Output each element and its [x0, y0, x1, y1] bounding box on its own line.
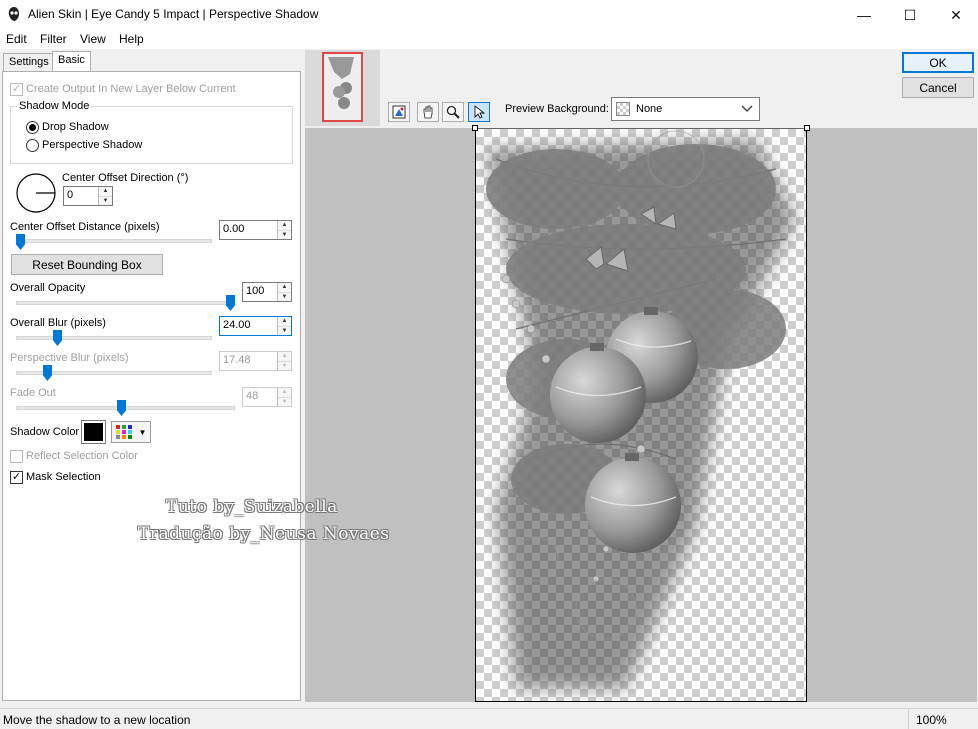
preview-image — [486, 130, 796, 689]
maximize-button[interactable]: ☐ — [887, 0, 933, 30]
fade-out-input[interactable]: 48 ▲ ▼ — [242, 387, 292, 407]
spin-arrows[interactable]: ▲ ▼ — [277, 221, 291, 239]
shadow-color-label: Shadow Color — [10, 426, 80, 438]
menu-filter[interactable]: Filter — [40, 32, 67, 46]
perspective-shadow-label: Perspective Shadow — [42, 139, 143, 151]
status-message: Move the shadow to a new location — [3, 713, 191, 727]
overall-blur-value: 24.00 — [223, 319, 251, 331]
tab-basic[interactable]: Basic — [52, 51, 91, 72]
watermark-line-1: Tuto by_Suizabella — [166, 497, 338, 517]
preview-background-value: None — [636, 103, 663, 115]
cancel-button[interactable]: Cancel — [902, 77, 974, 98]
spin-arrows[interactable]: ▲ ▼ — [277, 388, 291, 406]
drop-shadow-radio[interactable] — [26, 121, 39, 134]
preview-canvas[interactable] — [475, 128, 807, 702]
mask-selection-checkbox[interactable]: ✓ — [10, 471, 23, 484]
ok-button[interactable]: OK — [902, 52, 974, 73]
close-button[interactable]: ✕ — [933, 0, 978, 30]
bounding-handle[interactable] — [472, 125, 478, 131]
perspective-blur-input[interactable]: 17.48 ▲ ▼ — [219, 351, 292, 371]
reflect-selection-checkbox[interactable] — [10, 450, 23, 463]
shadow-mode-title: Shadow Mode — [17, 100, 92, 112]
dropdown-arrow-icon: ▼ — [138, 427, 147, 437]
palette-grid-icon — [115, 425, 132, 439]
center-offset-distance-value: 0.00 — [223, 223, 245, 235]
spin-arrows[interactable]: ▲ ▼ — [277, 317, 291, 335]
center-offset-direction-input[interactable]: 0 ▲ ▼ — [63, 186, 113, 206]
spin-arrows[interactable]: ▲ ▼ — [277, 352, 291, 370]
overall-blur-track[interactable] — [16, 336, 212, 340]
menu-help[interactable]: Help — [119, 32, 144, 46]
overall-blur-label: Overall Blur (pixels) — [10, 317, 106, 329]
overall-blur-input[interactable]: 24.00 ▲ ▼ — [219, 316, 292, 336]
center-offset-distance-label: Center Offset Distance (pixels) — [10, 221, 160, 233]
spin-arrows[interactable]: ▲ ▼ — [98, 187, 112, 205]
overall-opacity-input[interactable]: 100 ▲ ▼ — [242, 282, 292, 302]
basic-settings-panel — [2, 71, 301, 701]
zoom-level: 100% — [916, 713, 947, 727]
tab-settings[interactable]: Settings — [3, 53, 55, 72]
menu-edit[interactable]: Edit — [6, 32, 27, 46]
preview-background-label: Preview Background: — [505, 103, 609, 115]
menu-view[interactable]: View — [80, 32, 106, 46]
overall-opacity-value: 100 — [246, 285, 265, 297]
drop-shadow-label: Drop Shadow — [42, 121, 109, 133]
watermark-line-2: Tradução by_Neusa Novaes — [138, 524, 390, 544]
thumbnail-image — [324, 54, 361, 120]
preview-toggle-button[interactable] — [388, 102, 410, 122]
bounding-handle[interactable] — [804, 125, 810, 131]
direction-dial[interactable] — [15, 172, 57, 214]
close-icon: ✕ — [950, 6, 962, 23]
overall-opacity-track[interactable] — [16, 301, 235, 305]
checker-swatch-icon — [616, 102, 630, 116]
create-output-label: Create Output In New Layer Below Current — [26, 83, 236, 95]
shadow-color-swatch[interactable] — [81, 420, 106, 444]
center-offset-distance-input[interactable]: 0.00 ▲ ▼ — [219, 220, 292, 240]
reset-bounding-box-button[interactable]: Reset Bounding Box — [11, 254, 163, 275]
create-output-checkbox[interactable]: ✓ — [10, 83, 23, 96]
title-bar: Alien Skin | Eye Candy 5 Impact | Perspe… — [0, 0, 978, 30]
shadow-mode-group — [10, 106, 293, 164]
fade-out-value: 48 — [246, 390, 259, 402]
zoom-icon — [446, 105, 460, 119]
status-bar: Move the shadow to a new location 100% — [0, 708, 978, 729]
center-offset-distance-track[interactable] — [16, 239, 212, 243]
reflect-selection-label: Reflect Selection Color — [26, 450, 138, 462]
hand-icon — [423, 105, 433, 119]
center-offset-direction-value: 0 — [67, 189, 74, 201]
center-offset-direction-label: Center Offset Direction (°) — [62, 172, 189, 184]
perspective-blur-value: 17.48 — [223, 354, 251, 366]
status-divider — [908, 709, 909, 729]
preview-toggle-icon — [392, 105, 406, 119]
arrow-tool-button[interactable] — [468, 102, 490, 122]
spin-arrows[interactable]: ▲ ▼ — [277, 283, 291, 301]
arrow-icon — [474, 105, 486, 119]
minimize-icon: — — [857, 7, 871, 23]
fade-out-label: Fade Out — [10, 387, 56, 399]
zoom-tool-button[interactable] — [442, 102, 464, 122]
perspective-shadow-radio[interactable] — [26, 139, 39, 152]
color-fill — [84, 423, 103, 441]
preview-background-select[interactable]: None — [611, 97, 760, 121]
menu-bar — [0, 30, 978, 49]
minimize-button[interactable]: — — [841, 0, 887, 30]
maximize-icon: ☐ — [903, 6, 917, 23]
perspective-blur-label: Perspective Blur (pixels) — [10, 352, 129, 364]
mask-selection-label: Mask Selection — [26, 471, 101, 483]
navigator-thumbnail[interactable] — [322, 52, 363, 122]
chevron-down-icon — [741, 105, 753, 112]
color-palette-button[interactable]: ▼ — [111, 421, 151, 443]
app-icon — [8, 7, 19, 21]
overall-opacity-label: Overall Opacity — [10, 282, 86, 294]
hand-tool-button[interactable] — [417, 102, 439, 122]
window-title: Alien Skin | Eye Candy 5 Impact | Perspe… — [28, 7, 319, 21]
